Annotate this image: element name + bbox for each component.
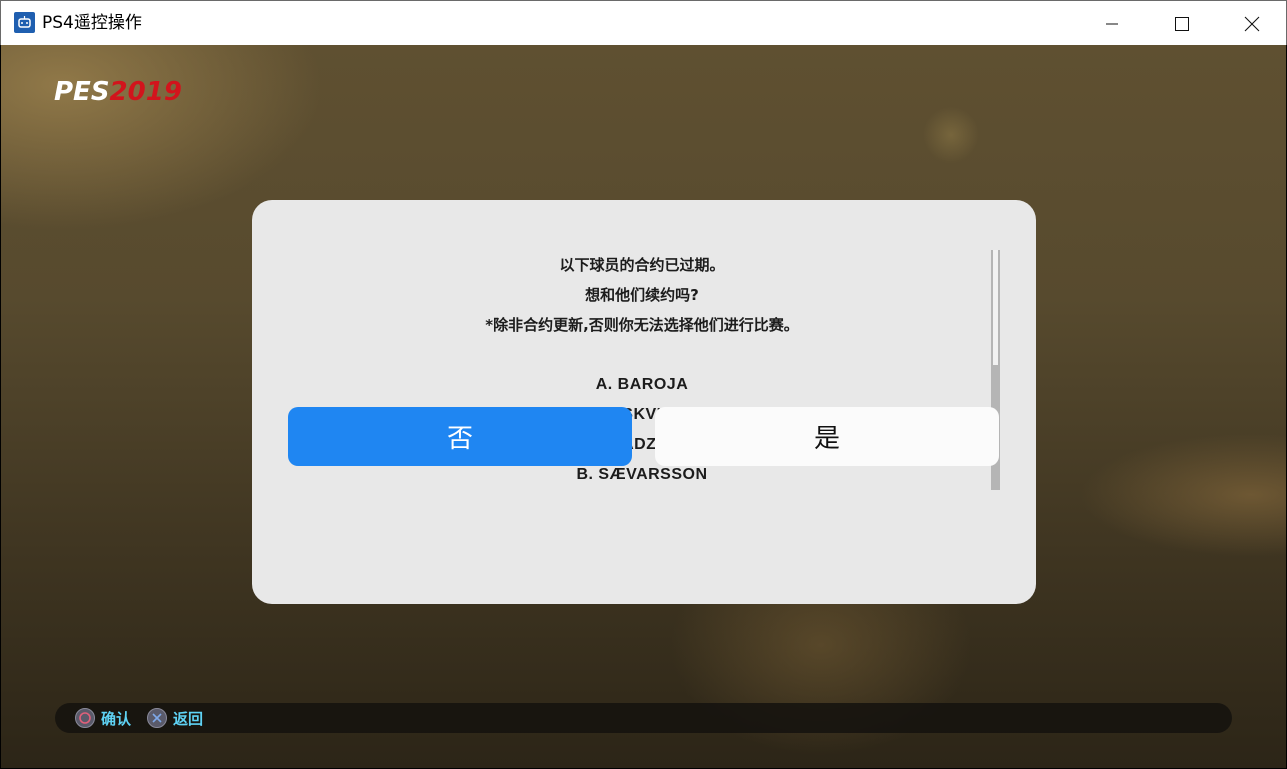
minimize-icon: [1106, 23, 1118, 24]
message-line: *除非合约更新,否则你无法选择他们进行比赛。: [485, 316, 799, 334]
back-hint: 返回: [147, 703, 203, 733]
window-titlebar: PS4遥控操作: [0, 0, 1287, 45]
player-name: A. BAROJA: [595, 376, 689, 393]
logo-year-text: 2019: [109, 77, 182, 107]
maximize-icon: [1175, 16, 1189, 31]
cross-button-icon: [147, 708, 167, 728]
button-hint-bar: 确认 返回: [55, 703, 1232, 733]
back-hint-label: 返回: [173, 709, 204, 728]
message-line: 想和他们续约吗?: [585, 286, 699, 304]
maximize-button[interactable]: [1147, 1, 1217, 46]
pes-logo: PES2019: [54, 78, 182, 106]
minimize-button[interactable]: [1077, 1, 1147, 46]
close-button[interactable]: [1217, 1, 1287, 46]
logo-pes-text: PES: [54, 77, 110, 107]
game-screen: PES2019 以下球员的合约已过期。 想和他们续约吗? *除非合约更新,否则你…: [1, 45, 1286, 768]
window-title: PS4遥控操作: [42, 13, 142, 33]
yes-button[interactable]: 是: [655, 407, 999, 466]
message-line: 以下球员的合约已过期。: [559, 256, 725, 274]
scrollbar-thumb[interactable]: [993, 250, 998, 365]
close-icon: [1244, 16, 1260, 31]
confirm-hint: 确认: [75, 703, 131, 733]
circle-button-icon: [75, 708, 95, 728]
confirm-hint-label: 确认: [101, 709, 132, 728]
contract-expired-dialog: 以下球员的合约已过期。 想和他们续约吗? *除非合约更新,否则你无法选择他们进行…: [252, 200, 1036, 604]
no-button[interactable]: 否: [288, 407, 632, 466]
remote-play-icon: [14, 12, 35, 33]
